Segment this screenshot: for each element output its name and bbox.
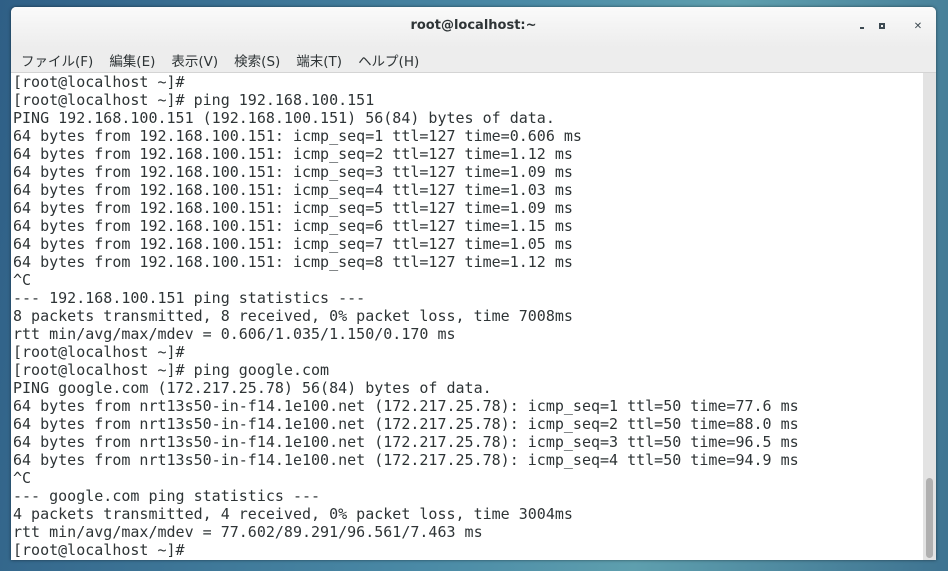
menu-search[interactable]: 検索(S) <box>234 50 280 70</box>
scrollbar-thumb[interactable] <box>926 478 933 558</box>
menu-edit[interactable]: 編集(E) <box>109 50 155 70</box>
window-title: root@localhost:~ <box>410 18 537 33</box>
terminal-line: ^C <box>13 469 32 487</box>
terminal-line: [root@localhost ~]# ping google.com <box>13 361 330 379</box>
terminal-line: rtt min/avg/max/mdev = 77.602/89.291/96.… <box>13 523 483 541</box>
terminal-line: 64 bytes from 192.168.100.151: icmp_seq=… <box>13 145 573 163</box>
terminal-line: ^C <box>13 271 32 289</box>
terminal-line: 64 bytes from 192.168.100.151: icmp_seq=… <box>13 217 573 235</box>
terminal-line: [root@localhost ~]# <box>13 343 185 361</box>
title-bar[interactable]: root@localhost:~ ✕ <box>11 7 936 47</box>
menu-view[interactable]: 表示(V) <box>171 50 218 70</box>
terminal-line: 4 packets transmitted, 4 received, 0% pa… <box>13 505 573 523</box>
terminal-line: 64 bytes from 192.168.100.151: icmp_seq=… <box>13 181 573 199</box>
terminal-line: 64 bytes from 192.168.100.151: icmp_seq=… <box>13 235 573 253</box>
terminal-line: [root@localhost ~]# <box>13 73 185 91</box>
terminal-line: 8 packets transmitted, 8 received, 0% pa… <box>13 307 573 325</box>
terminal-line: 64 bytes from nrt13s50-in-f14.1e100.net … <box>13 397 799 415</box>
menu-terminal[interactable]: 端末(T) <box>296 50 342 70</box>
terminal-line: [root@localhost ~]# <box>13 541 185 559</box>
terminal-line: --- 192.168.100.151 ping statistics --- <box>13 289 366 307</box>
menu-file[interactable]: ファイル(F) <box>21 50 93 70</box>
terminal-line: 64 bytes from 192.168.100.151: icmp_seq=… <box>13 163 573 181</box>
terminal-line: PING google.com (172.217.25.78) 56(84) b… <box>13 379 492 397</box>
terminal-line: PING 192.168.100.151 (192.168.100.151) 5… <box>13 109 555 127</box>
maximize-button[interactable] <box>872 17 892 35</box>
maximize-icon <box>879 23 885 29</box>
terminal-line: 64 bytes from 192.168.100.151: icmp_seq=… <box>13 127 582 145</box>
terminal-line: 64 bytes from 192.168.100.151: icmp_seq=… <box>13 199 573 217</box>
terminal-line: 64 bytes from nrt13s50-in-f14.1e100.net … <box>13 451 799 469</box>
terminal-line: --- google.com ping statistics --- <box>13 487 321 505</box>
terminal-window: root@localhost:~ ✕ ファイル(F) 編集(E) 表示(V) 検… <box>11 7 936 560</box>
terminal-line: 64 bytes from nrt13s50-in-f14.1e100.net … <box>13 433 799 451</box>
close-icon: ✕ <box>913 20 923 32</box>
minimize-icon <box>860 27 864 29</box>
terminal-output[interactable]: [root@localhost ~]# [root@localhost ~]# p… <box>11 73 923 560</box>
terminal-line: 64 bytes from nrt13s50-in-f14.1e100.net … <box>13 415 799 433</box>
minimize-button[interactable] <box>852 17 872 35</box>
terminal-line: [root@localhost ~]# ping 192.168.100.151 <box>13 91 375 109</box>
menu-bar: ファイル(F) 編集(E) 表示(V) 検索(S) 端末(T) ヘルプ(H) <box>11 47 936 73</box>
terminal-line: rtt min/avg/max/mdev = 0.606/1.035/1.150… <box>13 325 456 343</box>
terminal-line: 64 bytes from 192.168.100.151: icmp_seq=… <box>13 253 573 271</box>
scrollbar[interactable] <box>923 73 936 560</box>
menu-help[interactable]: ヘルプ(H) <box>358 50 419 70</box>
close-button[interactable]: ✕ <box>908 17 928 35</box>
